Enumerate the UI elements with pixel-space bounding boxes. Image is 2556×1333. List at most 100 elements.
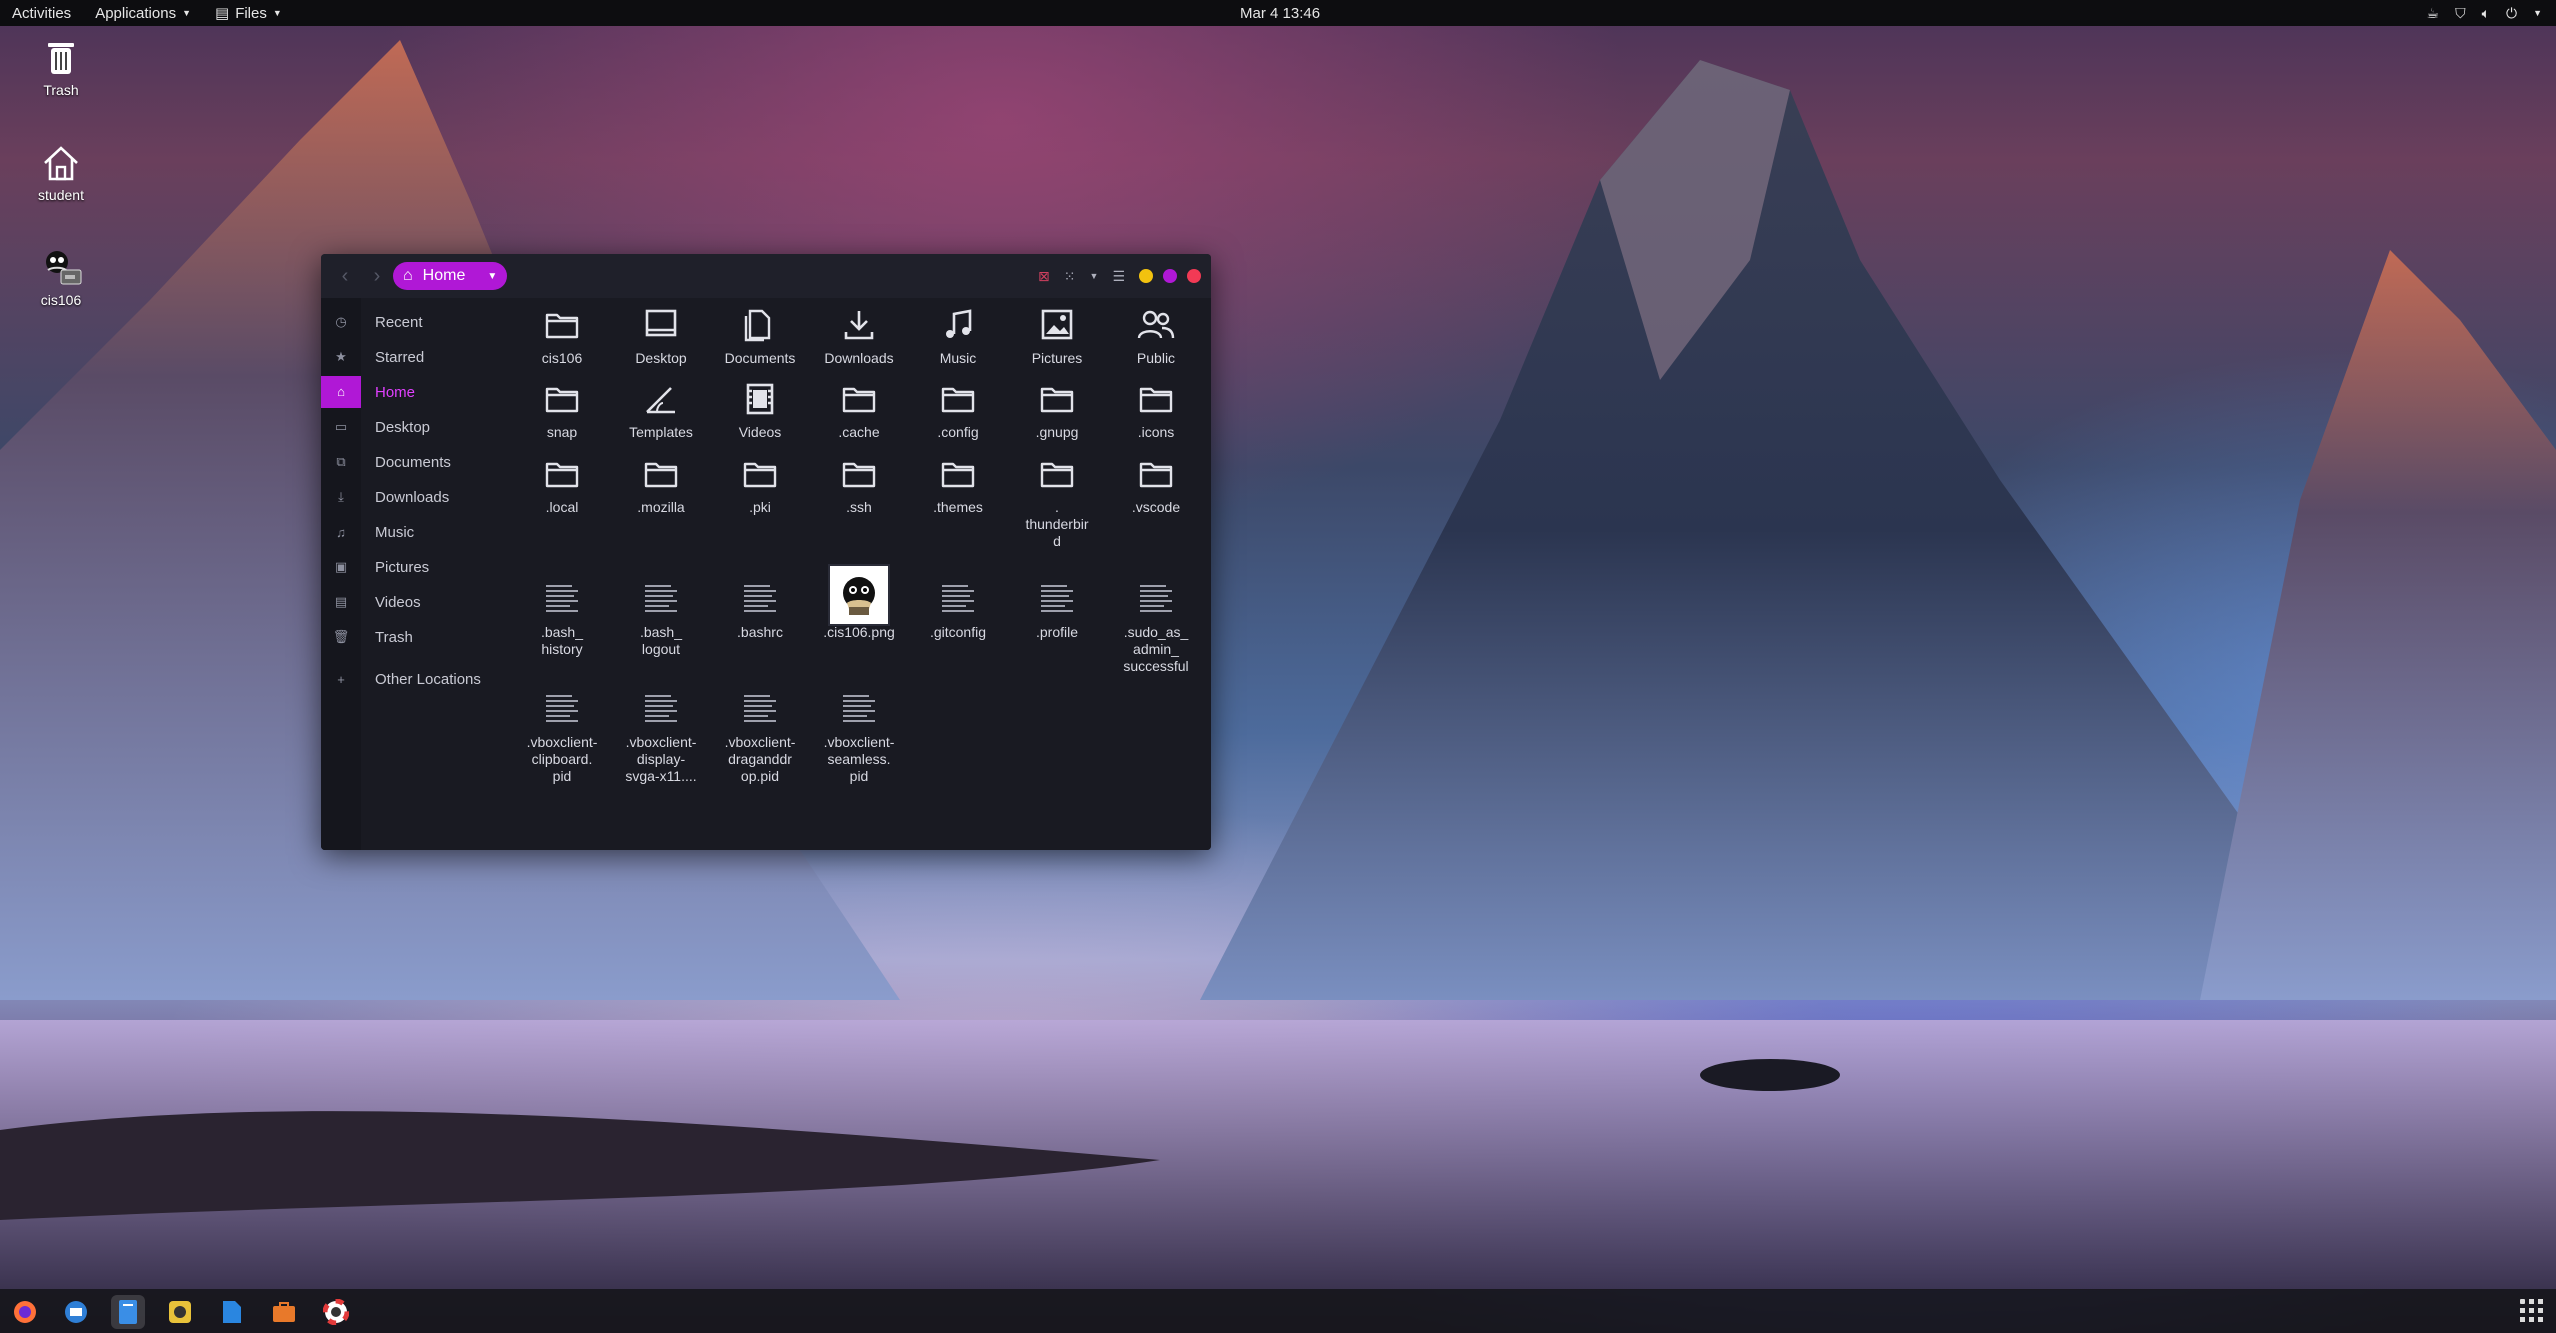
dock-help-icon[interactable] [319, 1295, 353, 1329]
desktop-icon-cis106[interactable]: cis106 [16, 244, 106, 308]
file-item[interactable]: .bash_ logout [616, 574, 706, 658]
file-item[interactable]: .vboxclient- display- svga-x11.... [616, 684, 706, 785]
volume-icon[interactable]: 🔈︎ [2482, 5, 2490, 22]
path-label: Home [422, 267, 466, 284]
sidebar-item-label: Pictures [375, 558, 430, 576]
desktop-icon-trash[interactable]: Trash [16, 34, 106, 98]
files-menu-label: Files [235, 4, 267, 22]
sidebar-item-trash[interactable]: 🗑︎ Trash [321, 621, 508, 653]
shield-icon[interactable]: ⛉ [2455, 5, 2466, 22]
chevron-down-icon[interactable]: ▼ [2533, 8, 2542, 18]
path-bar-home[interactable]: ⌂ Home ▼ [393, 262, 508, 290]
folder-item[interactable]: Desktop [616, 300, 706, 367]
dock-firefox-icon[interactable] [8, 1295, 42, 1329]
sidebar-item-videos[interactable]: ▤ Videos [321, 586, 508, 618]
search-icon[interactable]: ⊠ [1038, 268, 1050, 285]
folder-item[interactable]: .gnupg [1012, 374, 1102, 441]
file-item[interactable]: .vboxclient- draganddr op.pid [715, 684, 805, 785]
sidebar-item-home[interactable]: ⌂ Home [321, 376, 508, 408]
folder-item[interactable]: Pictures [1012, 300, 1102, 367]
top-bar: Activities Applications ▼ ▤ Files ▼ Mar 4 1… [0, 0, 2556, 26]
close-button[interactable] [1187, 269, 1201, 283]
activities-label: Activities [12, 4, 72, 22]
chevron-down-icon[interactable]: ▼ [1090, 271, 1099, 281]
file-name: .sudo_as_ admin_ successful [1123, 624, 1189, 674]
dock-files-icon[interactable] [111, 1295, 145, 1329]
file-name: .icons [1137, 424, 1175, 440]
folder-item[interactable]: .themes [913, 449, 1003, 516]
files-app-menu[interactable]: ▤ Files ▼ [203, 0, 294, 26]
folder-item[interactable]: .config [913, 374, 1003, 441]
file-item[interactable]: .gitconfig [913, 574, 1003, 641]
show-apps-icon[interactable] [2520, 1299, 2544, 1323]
folder-item[interactable]: Videos [715, 374, 805, 441]
file-name: .vboxclient- clipboard. pid [526, 734, 598, 784]
sidebar-item-label: Videos [375, 593, 421, 611]
music-icon: ♫ [336, 524, 346, 540]
folder-item[interactable]: . thunderbir d [1012, 449, 1102, 550]
file-name: Videos [738, 424, 782, 440]
sidebar-item-label: Documents [375, 453, 451, 471]
dock-software-icon[interactable] [267, 1295, 301, 1329]
folder-item[interactable]: Templates [616, 374, 706, 441]
file-item[interactable]: .vboxclient- clipboard. pid [517, 684, 607, 785]
system-tray[interactable]: ☕ ⛉ 🔈︎ ⏻ ▼ [2427, 0, 2542, 26]
dock-rhythmbox-icon[interactable] [163, 1295, 197, 1329]
folder-item[interactable]: Downloads [814, 300, 904, 367]
sidebar-item-music[interactable]: ♫ Music [321, 516, 508, 548]
folder-item[interactable]: .pki [715, 449, 805, 516]
sidebar-item-recent[interactable]: ◷ Recent [321, 306, 508, 338]
sidebar-item-desktop[interactable]: ▭ Desktop [321, 411, 508, 443]
activities-button[interactable]: Activities [0, 0, 83, 26]
dock-thunderbird-icon[interactable] [59, 1295, 93, 1329]
sidebar-item-documents[interactable]: ⧉ Documents [321, 446, 508, 478]
file-name: .profile [1035, 624, 1079, 640]
file-item[interactable]: .bashrc [715, 574, 805, 641]
view-grid-icon[interactable]: ⁙ [1064, 268, 1076, 285]
folder-item[interactable]: .icons [1111, 374, 1201, 441]
folder-item[interactable]: .mozilla [616, 449, 706, 516]
coffee-icon[interactable]: ☕ [2427, 5, 2440, 22]
sidebar-item-starred[interactable]: ★ Starred [321, 341, 508, 373]
folder-item[interactable]: .ssh [814, 449, 904, 516]
folder-item[interactable]: .local [517, 449, 607, 516]
text-file-icon [1111, 574, 1201, 624]
sidebar-item-label: Downloads [375, 488, 450, 506]
file-name: .cache [838, 424, 880, 440]
file-item[interactable]: .profile [1012, 574, 1102, 641]
desktop-icon-student[interactable]: student [16, 139, 106, 203]
home-icon: ⌂ [321, 376, 361, 408]
sidebar-item-downloads[interactable]: ⤓ Downloads [321, 481, 508, 513]
forward-button[interactable]: › [361, 265, 393, 288]
public-icon [1111, 300, 1201, 350]
file-item[interactable]: .sudo_as_ admin_ successful [1111, 574, 1201, 675]
menu-icon[interactable]: ☰ [1112, 268, 1125, 285]
file-name: .bashrc [737, 624, 783, 640]
folder-item[interactable]: Public [1111, 300, 1201, 367]
clock[interactable]: Mar 4 13:46 [1240, 0, 1320, 26]
folder-icon [517, 449, 607, 499]
dock-writer-icon[interactable] [215, 1295, 249, 1329]
applications-menu[interactable]: Applications ▼ [83, 0, 203, 26]
minimize-button[interactable] [1139, 269, 1153, 283]
file-item[interactable]: .cis106.png [814, 564, 904, 641]
back-button[interactable]: ‹ [329, 265, 361, 288]
folder-item[interactable]: .vscode [1111, 449, 1201, 516]
sidebar-item-label: Desktop [375, 418, 431, 436]
folder-item[interactable]: snap [517, 374, 607, 441]
applications-label: Applications [95, 4, 177, 22]
folder-item[interactable]: cis106 [517, 300, 607, 367]
file-item[interactable]: .bash_ history [517, 574, 607, 658]
videos-icon: ▤ [334, 594, 348, 609]
file-name: .ssh [846, 499, 872, 515]
chevron-down-icon[interactable]: ▼ [487, 271, 497, 282]
file-name: cis106 [541, 350, 583, 366]
folder-item[interactable]: Music [913, 300, 1003, 367]
folder-item[interactable]: .cache [814, 374, 904, 441]
maximize-button[interactable] [1163, 269, 1177, 283]
sidebar-item-pictures[interactable]: ▣ Pictures [321, 551, 508, 583]
sidebar-item-other-locations[interactable]: + Other Locations [321, 663, 508, 695]
power-icon[interactable]: ⏻ [2506, 5, 2517, 22]
folder-item[interactable]: Documents [715, 300, 805, 367]
file-item[interactable]: .vboxclient- seamless. pid [814, 684, 904, 785]
